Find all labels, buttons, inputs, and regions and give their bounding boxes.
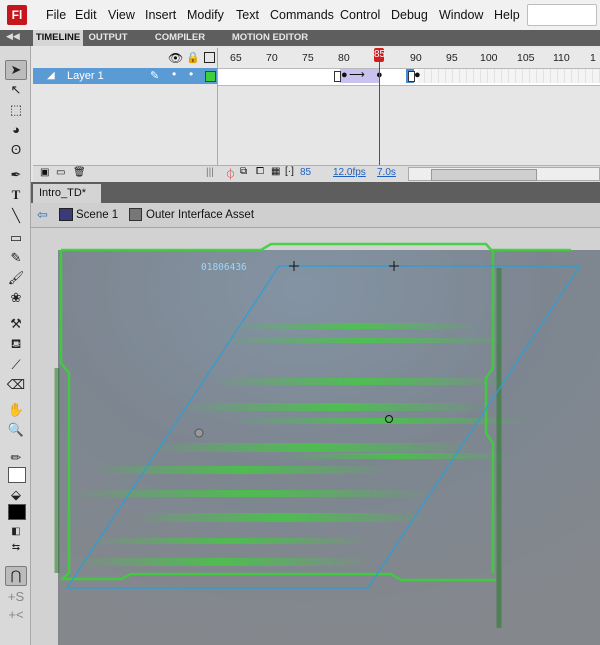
edit-multiple-frames-icon[interactable]: ▦ [271,166,280,177]
ruler-label: 105 [517,52,535,64]
scene-icon [59,208,73,221]
menu-commands[interactable]: Commands [270,8,334,22]
bone-tool-icon[interactable]: ⚒ [6,315,26,333]
center-frame-icon[interactable]: ⏀ [225,166,236,182]
stroke-color-icon[interactable]: ✏ [6,449,26,467]
ruler-label: 80 [338,52,350,64]
ruler-label: 75 [302,52,314,64]
fill-color-swatch[interactable] [8,504,26,520]
scene-breadcrumb[interactable]: Scene 1 [76,209,118,221]
menu-control[interactable]: Control [340,8,380,22]
tab-motion-editor[interactable]: MOTION EDITOR [230,30,310,46]
ruler-label: 95 [446,52,458,64]
new-layer-icon[interactable]: ▣ [40,167,49,178]
layer-type-icon: ◢ [47,70,55,81]
menu-file[interactable]: File [46,8,66,22]
symbol-icon [129,208,142,221]
zoom-tool-icon[interactable]: 🔍 [6,421,26,439]
swap-colors-icon[interactable]: ⇆ [6,539,26,557]
outline-all-icon[interactable] [204,52,215,63]
document-tab-title: Intro_TD* [39,187,87,199]
horizontal-scrollbar[interactable] [408,167,600,181]
collapse-arrows-icon[interactable]: ◀◀ [6,31,20,42]
ruler-label: 65 [230,52,242,64]
selection-tool-icon[interactable]: ➤ [5,60,27,80]
tween-arrow-icon: ⟶ [349,69,365,81]
show-hide-all-icon[interactable]: 👁 [168,51,183,65]
menu-window[interactable]: Window [439,8,483,22]
delete-layer-icon[interactable]: 🗑 [73,167,86,178]
time-readout[interactable]: 7.0s [377,167,396,178]
end-frame-marker [334,71,341,82]
lock-dot-icon[interactable]: • [189,67,193,81]
pen-tool-icon[interactable]: ✒ [6,166,26,184]
tab-timeline[interactable]: TIMELINE [33,30,83,46]
tab-output[interactable]: OUTPUT [86,30,130,46]
menu-help[interactable]: Help [494,8,520,22]
pencil-tool-icon[interactable]: ✎ [6,249,26,267]
ruler-label: 1 [590,52,596,64]
line-tool-icon[interactable]: ╲ [6,207,26,225]
onion-skin-icon[interactable]: ⧉ [240,166,247,177]
menu-view[interactable]: View [108,8,135,22]
back-arrow-icon[interactable]: ⇦ [37,207,48,223]
menu-text[interactable]: Text [236,8,259,22]
free-transform-tool-icon[interactable]: ⬚ [6,101,26,119]
ruler-label: 70 [266,52,278,64]
snap-to-objects-icon[interactable]: ⋂ [5,566,27,586]
menu-edit[interactable]: Edit [75,8,97,22]
search-field[interactable] [527,4,597,26]
stage-artwork: 01806436 [54,242,600,645]
smooth-icon[interactable]: +S [6,588,26,606]
visibility-dot-icon[interactable]: • [172,67,176,81]
lock-all-icon[interactable]: 🔒 [186,51,200,64]
fps-readout[interactable]: 12.0fps [333,167,366,178]
pencil-icon: ✎ [150,70,160,82]
empty-frames[interactable] [418,69,600,83]
lasso-tool-icon[interactable]: ʘ [6,141,26,159]
menu-modify[interactable]: Modify [187,8,224,22]
text-tool-icon[interactable]: T [6,186,26,204]
eraser-tool-icon[interactable]: ⌫ [6,376,26,394]
subselection-tool-icon[interactable]: ↖ [6,81,26,99]
ruler-label: 110 [553,52,570,64]
current-frame-readout[interactable]: 85 [300,167,311,178]
menu-debug[interactable]: Debug [391,8,428,22]
scroll-grip-icon[interactable]: ||| [206,167,214,178]
paint-bucket-tool-icon[interactable]: ⛾ [6,335,26,353]
outline-color-swatch[interactable] [205,71,216,82]
onion-outlines-icon[interactable]: ⧠ [256,166,264,177]
stage-readout: 01806436 [201,262,247,273]
scrollbar-thumb[interactable] [431,169,537,181]
playhead[interactable]: 85 [374,48,385,62]
menu-insert[interactable]: Insert [145,8,176,22]
rectangle-tool-icon[interactable]: ▭ [6,229,26,247]
document-tab[interactable]: Intro_TD* × [33,184,101,218]
hand-tool-icon[interactable]: ✋ [6,401,26,419]
keyframe-dot-icon[interactable]: ● [414,69,421,81]
stage[interactable]: 01806436 [31,228,600,645]
eyedropper-tool-icon[interactable]: ⟋ [6,356,26,374]
stroke-color-swatch[interactable] [8,467,26,483]
layer-name[interactable]: Layer 1 [67,70,104,82]
ruler-label: 100 [480,52,498,64]
moon-decoration [194,428,204,438]
tab-compiler-errors[interactable]: COMPILER ERRORS [134,30,226,59]
new-folder-icon[interactable]: ▭ [56,167,65,178]
modify-markers-icon[interactable]: [·] [285,166,294,177]
3d-rotation-tool-icon[interactable]: ◕ [6,121,26,139]
timeline-divider [217,48,218,182]
playhead-line [379,62,380,180]
symbol-breadcrumb[interactable]: Outer Interface Asset [146,209,254,221]
deco-tool-icon[interactable]: ❀ [6,289,26,307]
document-tab-bar [31,182,600,203]
flash-logo-icon: Fl [7,5,27,25]
ruler-label: 90 [410,52,422,64]
keyframe-dot-icon[interactable]: ● [341,69,348,81]
brush-tool-icon[interactable]: 🖌 [6,269,26,287]
straighten-icon[interactable]: +< [6,606,26,624]
fill-color-icon[interactable]: ⬙ [6,486,26,504]
